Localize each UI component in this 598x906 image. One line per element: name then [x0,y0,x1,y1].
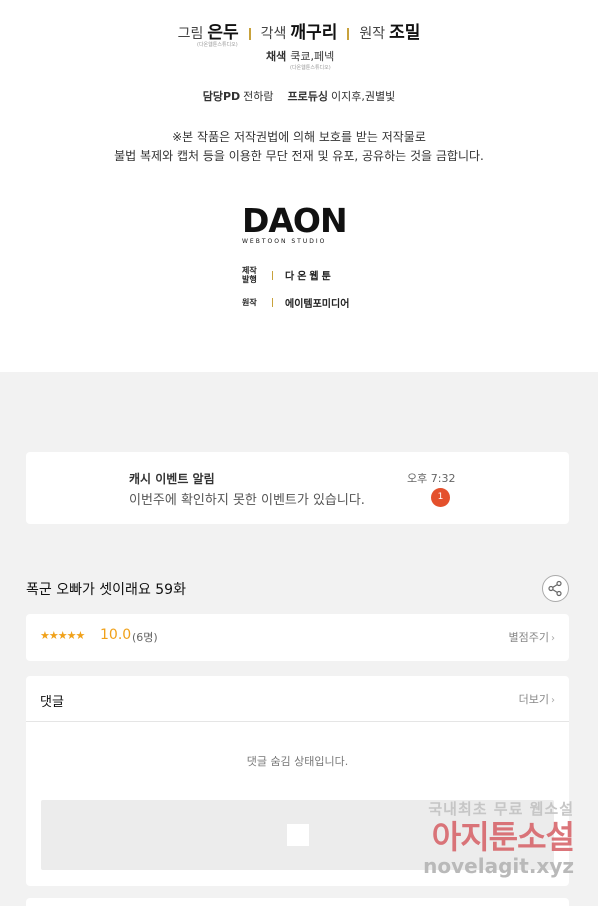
separator [272,298,273,307]
rate-button[interactable]: 별점주기 › [509,629,555,645]
rating-stars: ★★★★★ [40,629,85,642]
daon-logo: DAON WEBTOON STUDIO [242,204,356,245]
credits-main-row: 그림 은두 각색 깨구리 원작 조밀 [0,18,598,43]
notice-line-2: 불법 복제와 캡처 등을 이용한 무단 전재 및 유포, 공유하는 것을 금합니… [114,149,484,163]
adapt-label: 각색 [260,26,287,42]
producing-label: 프로듀싱 [287,90,329,103]
staff-row: 담당PD 전하람 프로듀싱 이지후,권별빛 [0,88,598,104]
next-card [26,898,569,906]
notification-card[interactable]: 캐시 이벤트 알림 이번주에 확인하지 못한 이벤트가 있습니다. 오후 7:3… [26,452,569,524]
producing-name: 이지후,권별빛 [331,90,396,103]
comments-header: 댓글 [40,695,64,710]
rate-button-label: 별점주기 [508,631,549,644]
share-button[interactable] [542,575,569,602]
rating-card: ★★★★★ 10.0 (6명) 별점주기 › [26,614,569,661]
color-name: 쿡쿄,페넥 [290,50,335,63]
art-name: 은두 [207,23,239,43]
pd-label: 담당PD [202,90,241,103]
color-label: 채색 [266,50,287,63]
chevron-right-icon: › [551,633,555,644]
episode-title: 폭군 오빠가 셋이래요 59화 [26,582,186,598]
production-label-2: 발행 [242,275,257,284]
watermark-line-1: 국내최초 무료 웹소설 [428,800,574,818]
logo-main: DAON [242,201,348,240]
notification-title: 캐시 이벤트 알림 [129,472,215,486]
notification-badge: 1 [431,488,450,507]
production-label-1: 제작 [242,266,257,275]
comments-more-label: 더보기 [518,693,549,706]
color-studio: (다온웹툰스튜디오) [290,65,331,71]
production-row: 제작 발행 다온웹툰 [242,266,334,284]
comments-hidden-message: 댓글 숨김 상태입니다. [246,755,349,768]
adapt-name: 깨구리 [290,23,338,43]
orig-name: 조밀 [389,23,421,43]
original-value: 에이템포미디어 [285,299,350,310]
notification-time: 오후 7:32 [407,472,456,485]
pd-name: 전하람 [243,90,274,103]
watermark: 국내최초 무료 웹소설 아지툰소설 novelagit.xyz [414,798,575,884]
rating-score: 10.0 [100,627,132,643]
separator [347,28,350,40]
watermark-line-2: 아지툰소설 [431,818,575,856]
production-value: 다온웹툰 [285,271,334,283]
placeholder-image-icon [287,824,309,846]
orig-label: 원작 [359,26,386,42]
notice-line-1: ※본 작품은 저작권법에 의해 보호를 받는 저작물로 [172,130,426,144]
original-label: 원작 [242,298,257,307]
art-label: 그림 [177,26,204,42]
credits-section: 그림 은두 각색 깨구리 원작 조밀 (다온웹툰스튜디오) 채색 쿡쿄,페넥 (다온웹툰스튜… [0,0,598,372]
original-row: 원작 에이템포미디어 [242,295,349,310]
art-studio: (다온웹툰스튜디오) [197,42,238,48]
notification-message: 이번주에 확인하지 못한 이벤트가 있습니다. [129,493,365,508]
chevron-right-icon: › [551,695,555,706]
copyright-notice: ※본 작품은 저작권법에 의해 보호를 받는 저작물로 불법 복제와 캡처 등을… [0,128,598,166]
rating-count: (6명) [132,631,158,644]
divider [26,721,569,722]
comments-more-button[interactable]: 더보기 › [519,691,555,707]
color-credit: 채색 쿡쿄,페넥 [266,48,334,64]
watermark-line-3: novelagit.xyz [423,854,574,878]
share-icon [548,580,562,597]
separator [272,270,273,280]
separator [248,28,251,40]
production-label: 제작 발행 [242,266,270,284]
